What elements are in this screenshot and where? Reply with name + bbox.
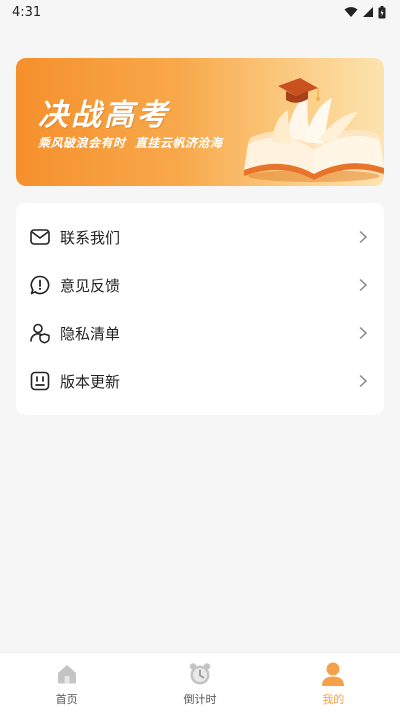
alarm-clock-icon xyxy=(187,661,213,687)
tab-mine[interactable]: 我的 xyxy=(267,653,400,712)
update-icon xyxy=(28,369,52,393)
menu-item-label: 版本更新 xyxy=(60,372,121,391)
chevron-right-icon xyxy=(358,374,370,388)
tab-home[interactable]: 首页 xyxy=(0,653,133,712)
settings-menu-card: 联系我们 意见反馈 隐私清单 版本更新 xyxy=(16,203,384,415)
menu-item-feedback[interactable]: 意见反馈 xyxy=(16,261,384,309)
bottom-tab-bar: 首页 倒计时 我的 xyxy=(0,652,400,712)
tab-countdown[interactable]: 倒计时 xyxy=(133,653,266,712)
tab-label: 倒计时 xyxy=(183,693,217,706)
menu-item-version-update[interactable]: 版本更新 xyxy=(16,357,384,405)
tab-label: 首页 xyxy=(55,693,78,706)
chevron-right-icon xyxy=(358,230,370,244)
banner-title: 决战高考 xyxy=(38,98,170,133)
feedback-icon xyxy=(28,273,52,297)
tab-label: 我的 xyxy=(322,693,345,706)
battery-icon xyxy=(378,5,386,18)
user-shield-icon xyxy=(28,321,52,345)
menu-item-label: 隐私清单 xyxy=(60,324,121,343)
menu-item-label: 意见反馈 xyxy=(60,276,121,295)
status-icons xyxy=(344,5,386,19)
profile-icon xyxy=(320,661,346,687)
wifi-icon xyxy=(344,7,358,17)
signal-icon xyxy=(363,7,373,17)
banner-subtitle: 乘风破浪会有时 直挂云帆济沧海 xyxy=(38,136,223,150)
menu-item-label: 联系我们 xyxy=(60,228,121,247)
menu-item-privacy-list[interactable]: 隐私清单 xyxy=(16,309,384,357)
home-icon xyxy=(54,661,80,687)
status-time: 4:31 xyxy=(12,4,42,20)
book-graduation-cap-illustration xyxy=(244,78,384,182)
status-bar: 4:31 xyxy=(0,0,400,24)
menu-item-contact-us[interactable]: 联系我们 xyxy=(16,213,384,261)
chevron-right-icon xyxy=(358,278,370,292)
mail-icon xyxy=(28,225,52,249)
chevron-right-icon xyxy=(358,326,370,340)
banner: 决战高考 乘风破浪会有时 直挂云帆济沧海 xyxy=(16,58,384,186)
